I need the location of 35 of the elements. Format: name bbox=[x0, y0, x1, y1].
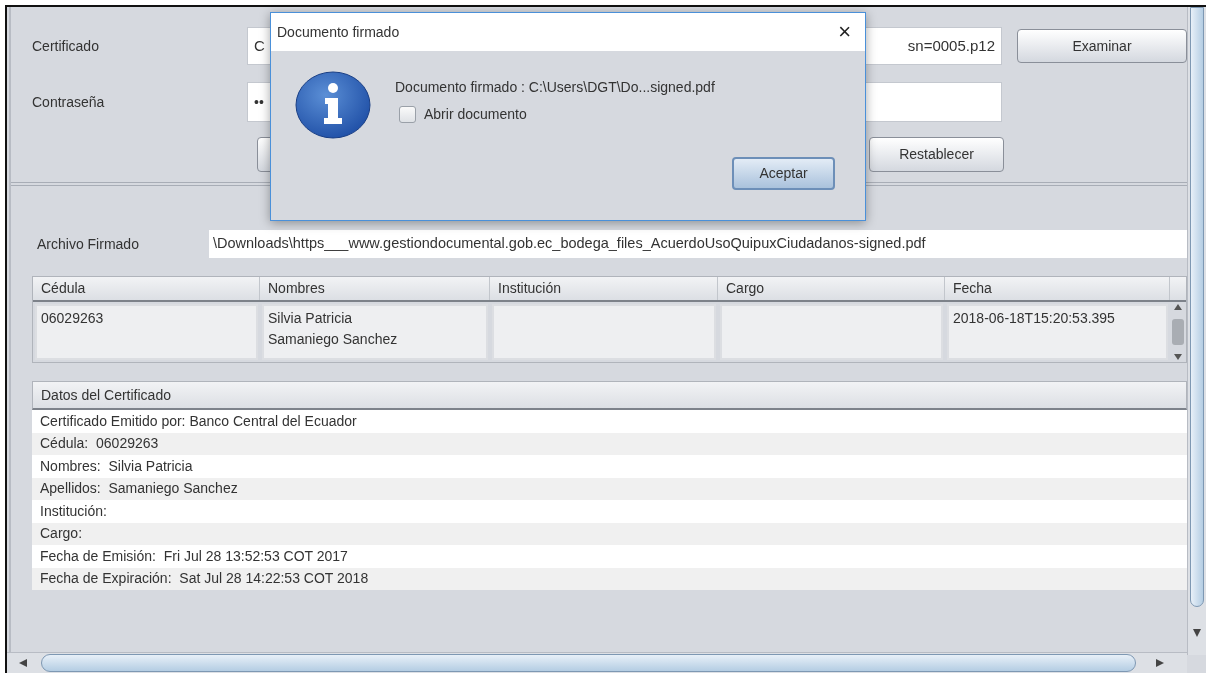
scroll-left-icon[interactable] bbox=[19, 659, 27, 667]
column-header[interactable]: Cédula bbox=[33, 277, 260, 300]
list-item: Fecha de Emisión: Fri Jul 28 13:52:53 COT 2017 bbox=[32, 545, 1187, 568]
column-header[interactable]: Cargo bbox=[718, 277, 945, 300]
column-header[interactable]: Institución bbox=[490, 277, 718, 300]
list-item: Certificado Emitido por: Banco Central del Ecuador bbox=[32, 410, 1187, 433]
accept-button[interactable]: Aceptar bbox=[732, 157, 835, 190]
table-cell: Silvia Patricia Samaniego Sanchez bbox=[262, 304, 488, 360]
browse-button[interactable]: Examinar bbox=[1017, 29, 1187, 63]
scroll-down-icon[interactable] bbox=[1174, 354, 1182, 360]
info-icon bbox=[295, 71, 371, 139]
input-field[interactable]: \Downloads\https___www.gestiondocumental.gob.ec_bodega_files_AcuerdoUsoQuipuxCiudadanos-signed.pdf bbox=[209, 230, 1187, 258]
column-header[interactable]: Fecha bbox=[945, 277, 1170, 300]
list-item: Nombres: Silvia Patricia bbox=[32, 455, 1187, 478]
field-label: Archivo Firmado bbox=[36, 234, 140, 254]
field-label: Contraseña bbox=[32, 92, 106, 112]
message-text: Documento firmado : C:\Users\DGT\Do...signed.pdf bbox=[395, 78, 715, 97]
close-button[interactable]: × bbox=[838, 21, 851, 43]
panel-header: Datos del Certificado bbox=[32, 381, 1187, 410]
checkbox[interactable] bbox=[399, 106, 416, 123]
dialog-title: Documento firmado bbox=[277, 22, 400, 42]
scroll-down-icon[interactable] bbox=[1193, 629, 1201, 637]
list-item: Fecha de Expiración: Sat Jul 28 14:22:53 COT 2018 bbox=[32, 567, 1187, 590]
table-cell: 06029263 bbox=[35, 304, 258, 360]
list-item: Apellidos: Samaniego Sanchez bbox=[32, 477, 1187, 500]
reset-button[interactable]: Restablecer bbox=[869, 137, 1004, 172]
checkbox-label[interactable]: Abrir documento bbox=[424, 104, 527, 125]
list-item: Cargo: bbox=[32, 522, 1187, 545]
scroll-up-icon[interactable] bbox=[1174, 304, 1182, 310]
table-cell: 2018-06-18T15:20:53.395 bbox=[947, 304, 1168, 360]
field-label: Certificado bbox=[32, 36, 100, 56]
scroll-right-icon[interactable] bbox=[1156, 659, 1164, 667]
list-item: Cédula: 06029263 bbox=[32, 432, 1187, 455]
column-header[interactable]: Nombres bbox=[260, 277, 490, 300]
list-item: Institución: bbox=[32, 500, 1187, 523]
